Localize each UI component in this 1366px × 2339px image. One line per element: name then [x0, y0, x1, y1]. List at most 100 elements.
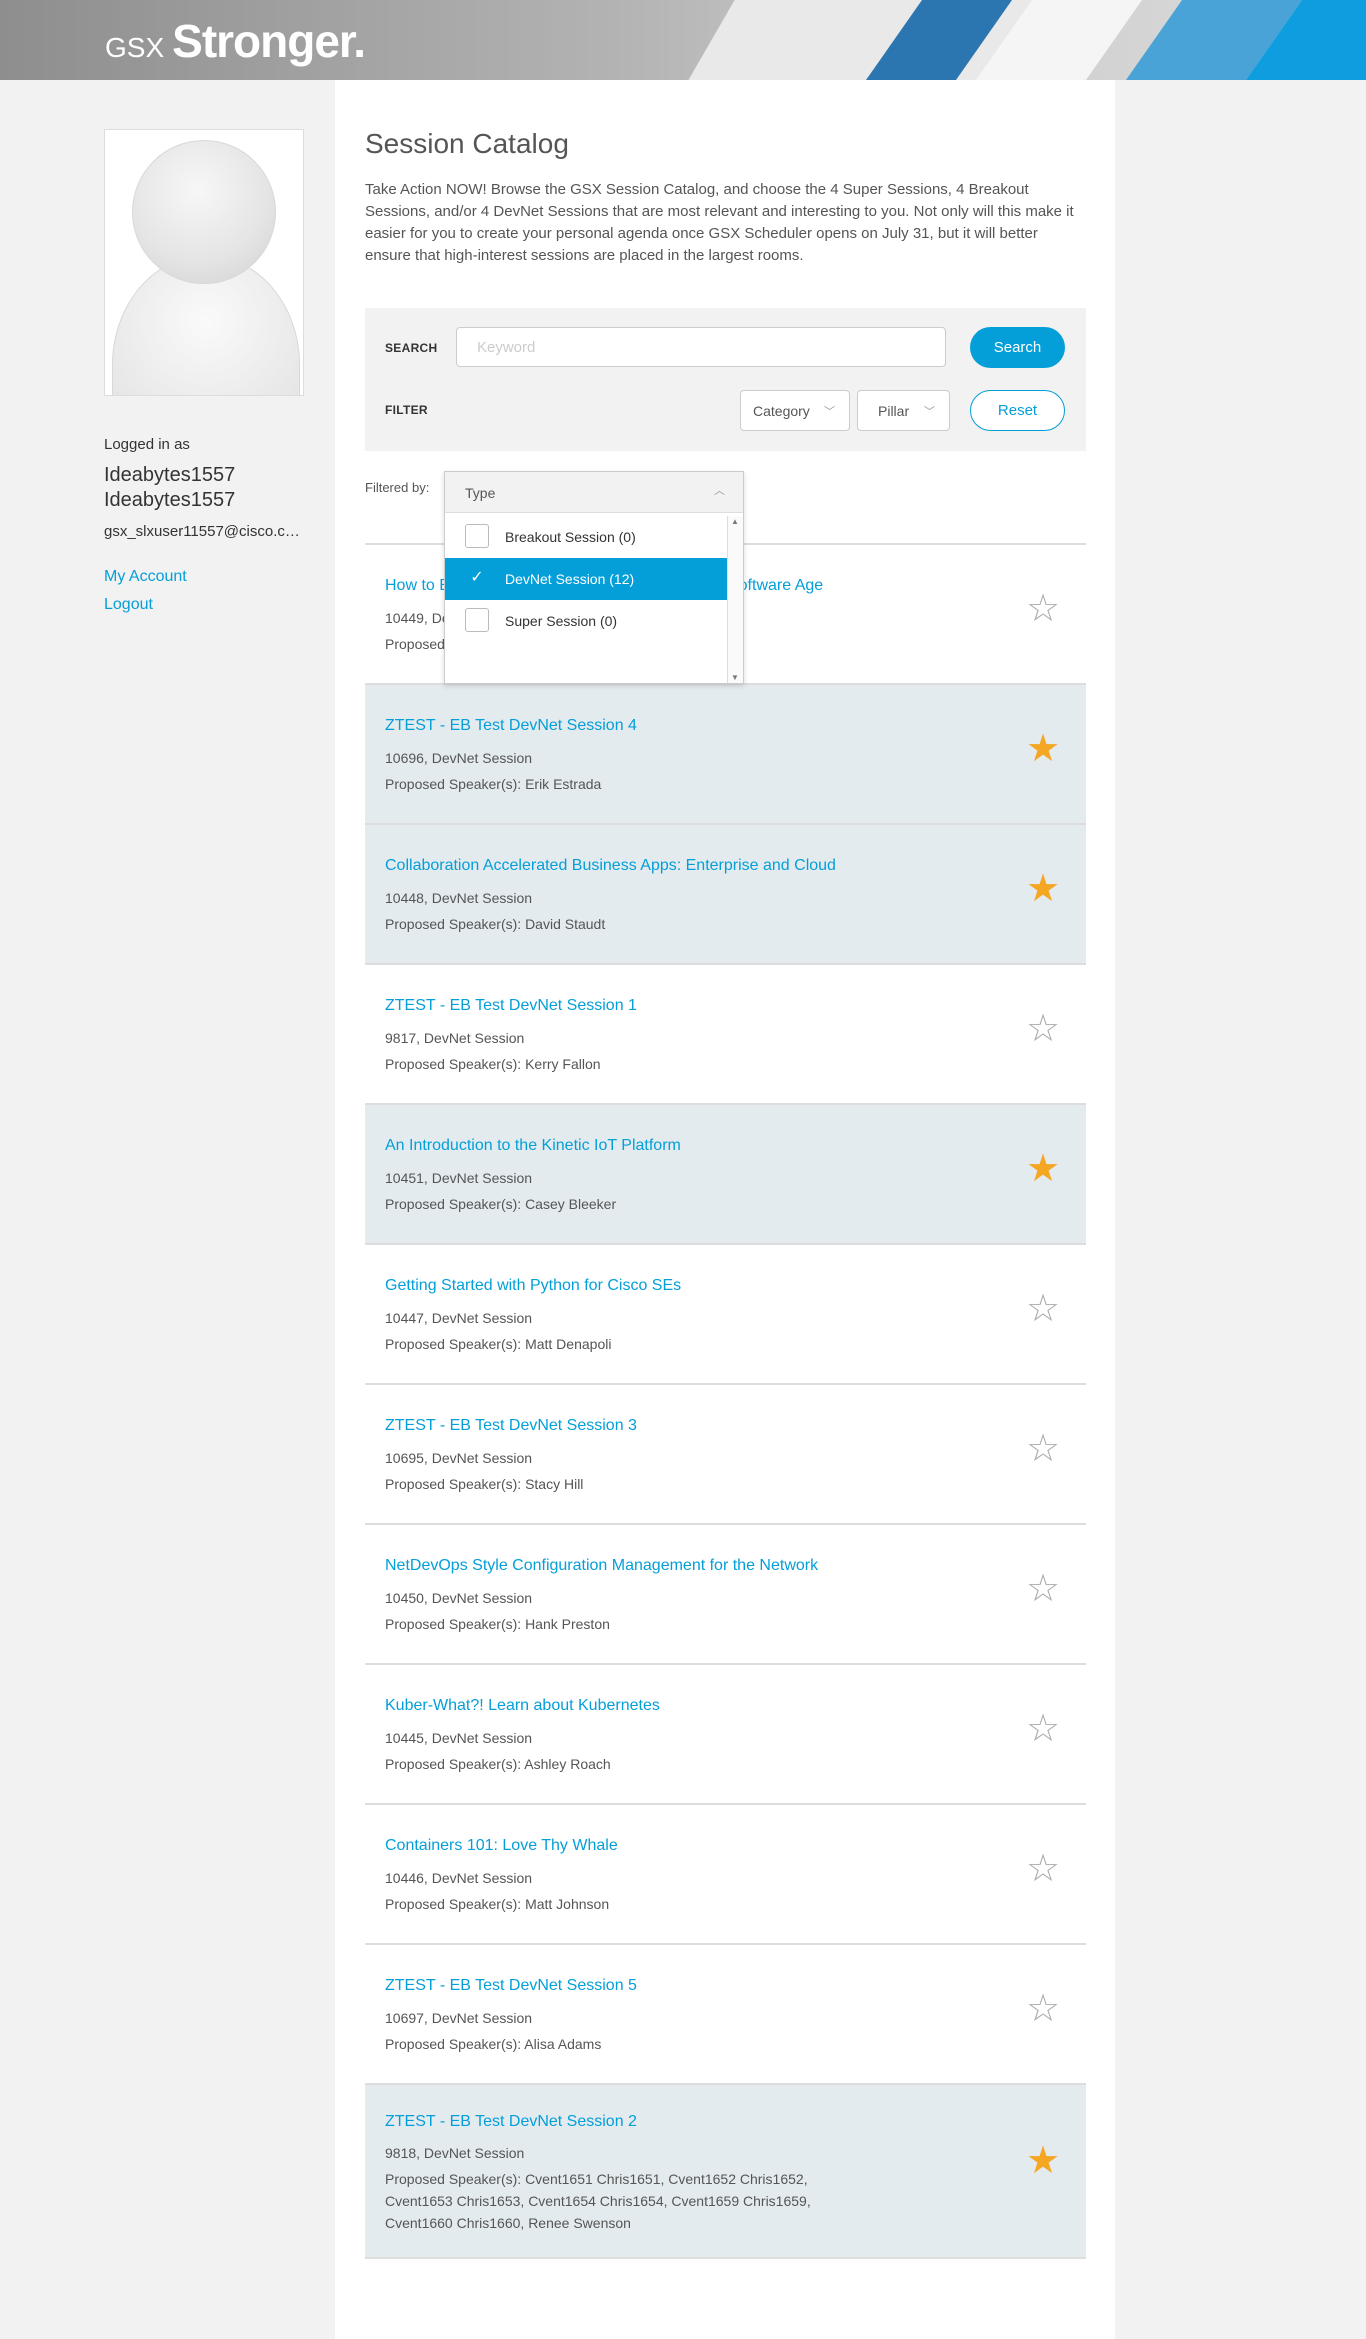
star-icon[interactable]: ☆ [1026, 1429, 1060, 1469]
session-meta: 10445, DevNet Session [385, 1730, 533, 1746]
avatar [104, 129, 304, 396]
session-speakers: Proposed Speaker(s): Kerry Fallon [385, 1056, 601, 1072]
session-row: ZTEST - EB Test DevNet Session 5 10697, … [365, 1945, 1086, 2085]
type-select[interactable]: Type ︿ [445, 472, 743, 513]
star-icon[interactable]: ☆ [1026, 1849, 1060, 1889]
logo-gsx: GSX [105, 32, 165, 63]
session-meta: 10695, DevNet Session [385, 1450, 533, 1466]
session-speakers: Proposed Speaker(s): Cvent1651 Chris1651… [385, 2171, 811, 2231]
session-row: Collaboration Accelerated Business Apps:… [365, 825, 1086, 965]
chevron-down-icon: ﹀ [924, 406, 935, 418]
session-speakers: Proposed Speaker(s): Ashley Roach [385, 1756, 611, 1772]
session-row: Getting Started with Python for Cisco SE… [365, 1245, 1086, 1385]
category-select-label: Category [753, 403, 810, 419]
session-meta: 10448, DevNet Session [385, 890, 533, 906]
star-icon[interactable]: ☆ [1026, 1989, 1060, 2029]
session-meta: 10447, DevNet Session [385, 1310, 533, 1326]
gsx-logo[interactable]: GSX Stronger. [105, 14, 366, 68]
username-line-1: Ideabytes1557 [104, 464, 236, 486]
dropdown-scrollbar[interactable]: ▲ ▼ [727, 516, 743, 683]
session-meta: 9817, DevNet Session [385, 1030, 525, 1046]
filtered-by-label: Filtered by: [365, 480, 430, 495]
session-title-link[interactable]: ZTEST - EB Test DevNet Session 3 [385, 1417, 637, 1435]
user-email: gsx_slxuser11557@cisco.com [104, 523, 304, 540]
session-row: An Introduction to the Kinetic IoT Platf… [365, 1105, 1086, 1245]
star-icon[interactable]: ☆ [1026, 589, 1060, 629]
session-speakers: Proposed Speaker(s): Erik Estrada [385, 776, 602, 792]
session-title-link[interactable]: Getting Started with Python for Cisco SE… [385, 1277, 681, 1295]
session-title-link[interactable]: ZTEST - EB Test DevNet Session 1 [385, 997, 637, 1015]
header-banner: GSX Stronger. [0, 0, 1366, 80]
option-label: Super Session (0) [505, 613, 618, 629]
my-account-link[interactable]: My Account [104, 568, 304, 586]
scroll-up-icon[interactable]: ▲ [731, 517, 739, 526]
search-button[interactable]: Search [970, 327, 1065, 368]
session-title-link[interactable]: ZTEST - EB Test DevNet Session 5 [385, 1977, 637, 1995]
search-label: SEARCH [385, 341, 438, 355]
pillar-select[interactable]: Pillar ﹀ [857, 390, 950, 431]
session-meta: 10697, DevNet Session [385, 2010, 533, 2026]
session-title-link[interactable]: An Introduction to the Kinetic IoT Platf… [385, 1137, 681, 1155]
search-input[interactable] [456, 327, 946, 367]
session-row: ZTEST - EB Test DevNet Session 3 10695, … [365, 1385, 1086, 1525]
logged-in-label: Logged in as [104, 436, 190, 453]
session-speakers: Proposed Speaker(s): Stacy Hill [385, 1476, 584, 1492]
star-filled-icon[interactable]: ★ [1026, 869, 1060, 909]
session-title-link[interactable]: Collaboration Accelerated Business Apps:… [385, 857, 836, 875]
pillar-select-label: Pillar [878, 403, 910, 419]
check-icon[interactable]: ✓ [465, 566, 489, 590]
checkbox[interactable] [465, 524, 489, 548]
option-label: Breakout Session (0) [505, 529, 636, 545]
session-meta: 10696, DevNet Session [385, 750, 533, 766]
session-title-link[interactable]: Kuber-What?! Learn about Kubernetes [385, 1697, 660, 1715]
type-option-devnet[interactable]: ✓ DevNet Session (12) [445, 558, 727, 600]
session-row: ZTEST - EB Test DevNet Session 1 9817, D… [365, 965, 1086, 1105]
session-speakers: Proposed Speaker(s): Casey Bleeker [385, 1196, 617, 1212]
session-speakers: Proposed Speaker(s): Hank Preston [385, 1616, 610, 1632]
session-meta: 10451, DevNet Session [385, 1170, 533, 1186]
session-speakers: Proposed Speaker(s): Alisa Adams [385, 2036, 602, 2052]
filter-label: FILTER [385, 403, 428, 417]
session-row: NetDevOps Style Configuration Management… [365, 1525, 1086, 1665]
session-list: How to Build an Enterprise DevOps Team i… [365, 543, 1086, 2259]
scroll-down-icon[interactable]: ▼ [731, 673, 739, 682]
star-icon[interactable]: ☆ [1026, 1709, 1060, 1749]
option-label: DevNet Session (12) [505, 571, 635, 587]
star-filled-icon[interactable]: ★ [1026, 1149, 1060, 1189]
star-filled-icon[interactable]: ★ [1026, 2141, 1060, 2181]
type-select-label: Type [465, 485, 496, 501]
type-options-list: Breakout Session (0) ✓ DevNet Session (1… [445, 516, 727, 642]
reset-button[interactable]: Reset [970, 390, 1065, 431]
logo-tagline: Stronger. [172, 15, 366, 67]
session-row: ZTEST - EB Test DevNet Session 4 10696, … [365, 685, 1086, 825]
chevron-up-icon: ︿ [714, 485, 725, 497]
session-title-link[interactable]: Containers 101: Love Thy Whale [385, 1837, 618, 1855]
star-filled-icon[interactable]: ★ [1026, 729, 1060, 769]
checkbox[interactable] [465, 608, 489, 632]
star-icon[interactable]: ☆ [1026, 1289, 1060, 1329]
session-meta: 9818, DevNet Session [385, 2145, 525, 2161]
type-option-super[interactable]: Super Session (0) [445, 600, 727, 642]
username-line-2: Ideabytes1557 [104, 489, 236, 511]
star-icon[interactable]: ☆ [1026, 1009, 1060, 1049]
session-speakers: Proposed Speaker(s): David Staudt [385, 916, 606, 932]
category-select[interactable]: Category ﹀ [740, 390, 850, 431]
search-filter-panel: SEARCH Search FILTER Category ﹀ Pillar ﹀… [365, 308, 1086, 451]
session-meta: 10446, DevNet Session [385, 1870, 533, 1886]
session-row: Kuber-What?! Learn about Kubernetes 1044… [365, 1665, 1086, 1805]
type-option-breakout[interactable]: Breakout Session (0) [445, 516, 727, 558]
session-title-link[interactable]: ZTEST - EB Test DevNet Session 2 [385, 2113, 637, 2131]
main-panel: Session Catalog Take Action NOW! Browse … [335, 80, 1115, 2339]
session-row: Containers 101: Love Thy Whale 10446, De… [365, 1805, 1086, 1945]
type-dropdown[interactable]: Type ︿ Breakout Session (0) ✓ DevNet Ses… [444, 471, 744, 684]
session-title-link[interactable]: ZTEST - EB Test DevNet Session 4 [385, 717, 637, 735]
page-title: Session Catalog [365, 128, 569, 159]
session-speakers: Proposed Speaker(s): Matt Denapoli [385, 1336, 612, 1352]
session-meta: 10450, DevNet Session [385, 1590, 533, 1606]
session-title-link[interactable]: NetDevOps Style Configuration Management… [385, 1557, 818, 1575]
avatar-head [132, 140, 276, 284]
star-icon[interactable]: ☆ [1026, 1569, 1060, 1609]
session-speakers: Proposed Speaker(s): Matt Johnson [385, 1896, 610, 1912]
chevron-down-icon: ﹀ [824, 406, 835, 418]
logout-link[interactable]: Logout [104, 596, 304, 614]
